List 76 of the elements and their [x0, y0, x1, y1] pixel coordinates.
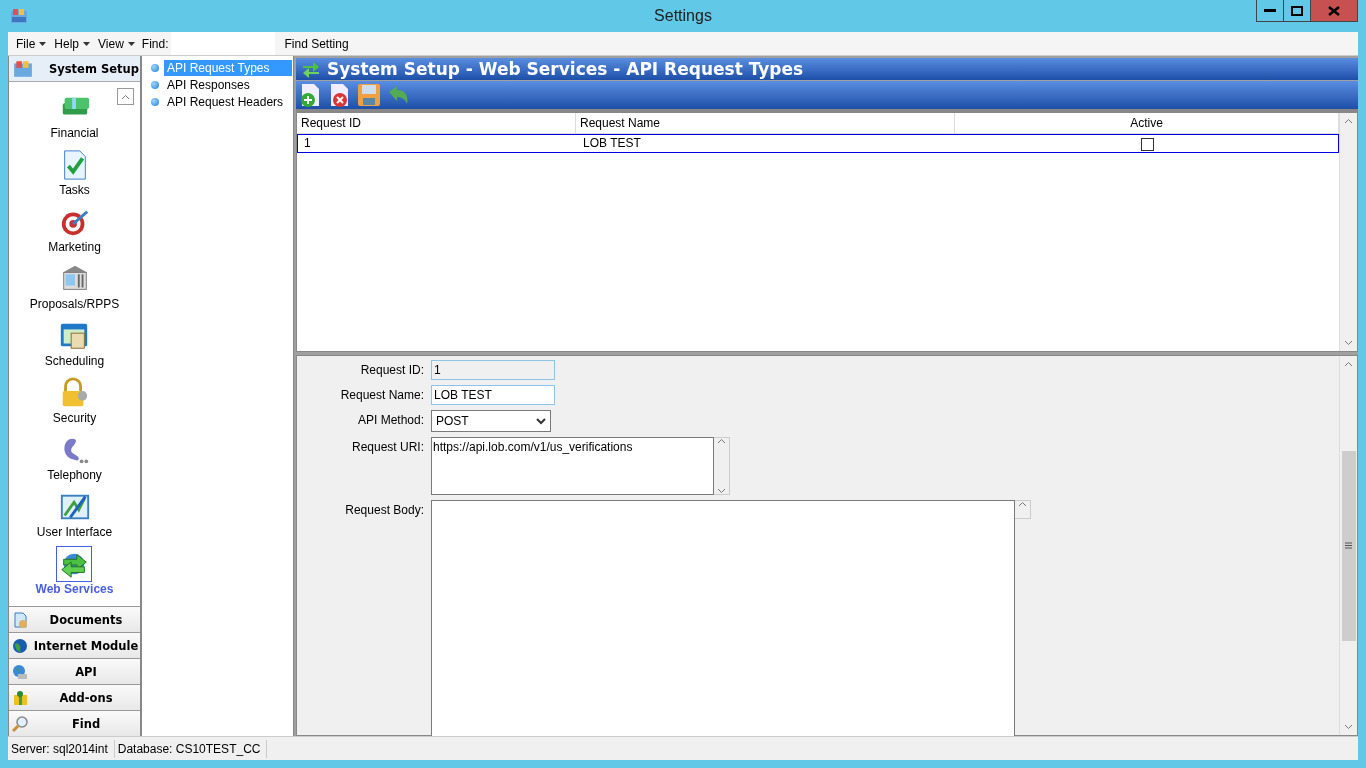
section-icon: [12, 637, 28, 654]
find-label: Find:: [140, 36, 169, 51]
chevron-up-icon: [1344, 361, 1353, 367]
table-row[interactable]: 1 LOB TEST: [297, 134, 1339, 153]
scroll-thumb[interactable]: [1341, 450, 1356, 641]
nav-item[interactable]: Scheduling: [44, 318, 105, 375]
grip-icon: [1345, 542, 1352, 549]
nav-section-button[interactable]: Add-ons: [9, 684, 140, 710]
scrollbar[interactable]: [1339, 113, 1357, 351]
nav-section-button[interactable]: Internet Module: [9, 632, 140, 658]
nav-item[interactable]: Security: [52, 375, 97, 432]
field-label: Request Name:: [339, 387, 424, 404]
menu-item[interactable]: File: [12, 36, 51, 51]
nav-item[interactable]: Marketing: [48, 204, 101, 261]
nav-section-button[interactable]: Documents: [9, 606, 140, 632]
sync-arrows-icon: [301, 59, 321, 79]
save-button[interactable]: [356, 82, 382, 108]
nav-item[interactable]: Tasks: [56, 147, 93, 204]
column-header[interactable]: Request ID: [297, 113, 576, 133]
nav-item[interactable]: User Interface: [36, 489, 113, 546]
chevron-down-icon: [536, 417, 546, 425]
text-field[interactable]: LOB TEST: [431, 385, 555, 405]
active-checkbox[interactable]: [1140, 138, 1154, 151]
tree-item[interactable]: API Request Headers: [164, 93, 287, 110]
minimize-icon: [1264, 8, 1276, 13]
setup-icon: [11, 58, 35, 79]
nav-item[interactable]: Proposals/RPPS: [29, 261, 120, 318]
maximize-icon: [1291, 5, 1303, 16]
caret-icon: [83, 41, 91, 46]
field-label: Request Body:: [344, 502, 424, 519]
scrollbar[interactable]: [1015, 500, 1031, 519]
chevron-down-icon: [1344, 340, 1353, 346]
section-icon: [12, 611, 28, 628]
find-field[interactable]: [170, 32, 275, 55]
close-button[interactable]: [1311, 0, 1357, 21]
nav-section-button[interactable]: API: [9, 658, 140, 684]
chevron-up-icon: [1344, 118, 1353, 124]
bullet-icon: [151, 97, 159, 106]
caret-icon: [127, 41, 135, 46]
caret-icon: [39, 41, 47, 46]
table-cell-text: LOB TEST: [582, 135, 642, 152]
bullet-icon: [151, 80, 159, 89]
chevron-up-icon: [717, 438, 726, 444]
status-text: Server: sql2014int: [8, 739, 115, 758]
bullet-icon: [151, 63, 159, 72]
nav-item[interactable]: Web Services: [35, 546, 114, 603]
section-icon: [12, 689, 28, 706]
app-icon: [10, 7, 28, 25]
field-label: Request ID:: [359, 362, 424, 379]
chevron-up-icon: [121, 93, 130, 100]
chevron-down-icon: [717, 488, 726, 494]
tree-item[interactable]: API Responses: [164, 76, 253, 93]
menu-item[interactable]: Help: [50, 36, 95, 51]
uri-textarea[interactable]: https://api.lob.com/v1/us_verifications: [431, 437, 714, 495]
scroll-up-button[interactable]: [117, 88, 134, 105]
chevron-down-icon: [1344, 724, 1353, 730]
status-text: Database: CS10TEST_CC: [114, 739, 268, 758]
panel-title: System Setup - Web Services - API Request Types: [327, 59, 804, 79]
nav-item[interactable]: Telephony: [47, 432, 102, 489]
column-header[interactable]: Request Name: [576, 113, 955, 133]
close-icon: [1328, 5, 1340, 16]
nav-section-button[interactable]: Find: [9, 710, 140, 736]
scrollbar[interactable]: [714, 437, 730, 495]
scrollbar[interactable]: [1339, 356, 1357, 735]
window-title: Settings: [654, 7, 712, 25]
chevron-up-icon: [1018, 501, 1027, 507]
section-icon: [12, 715, 28, 732]
table-cell-text: 1: [303, 135, 312, 152]
request-id-field[interactable]: 1: [431, 360, 555, 380]
find-setting-button[interactable]: Find Setting: [278, 35, 355, 52]
nav-item[interactable]: Financial: [50, 90, 99, 147]
field-label: Request URI:: [350, 439, 424, 456]
menu-item[interactable]: View: [94, 36, 139, 51]
field-label: API Method:: [356, 412, 424, 429]
method-dropdown[interactable]: POST: [431, 410, 551, 432]
section-icon: [12, 663, 28, 680]
